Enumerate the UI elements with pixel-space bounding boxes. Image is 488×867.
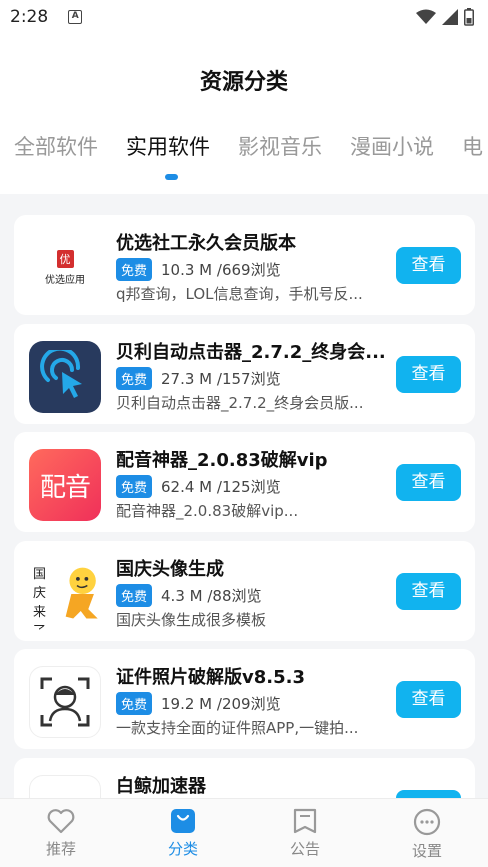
app-name: 国庆头像生成 — [116, 558, 224, 580]
free-badge: 免费 — [116, 583, 153, 607]
page-title: 资源分类 — [199, 70, 288, 95]
app-meta: 免费 62.4 M /125浏览 — [116, 475, 281, 498]
app-description: 一款支持全面的证件照APP,一键拍... — [116, 719, 359, 737]
app-icon-texts: 国庆 来了 — [33, 563, 58, 630]
app-description: 贝利自动点击器_2.7.2_终身会员版... — [116, 393, 364, 412]
tab-comics-novels[interactable]: 漫画小说 — [350, 131, 434, 161]
free-badge: 免费 — [116, 366, 153, 390]
tab-active-indicator — [165, 174, 178, 180]
nav-announcement[interactable]: 公告 — [244, 799, 366, 867]
app-icon-text-bottom: 来了 — [33, 604, 47, 630]
app-name: 贝利自动点击器_2.7.2_终身会... — [116, 341, 386, 363]
status-time: 2:28 — [10, 7, 49, 27]
app-icon-caption: 优选应用 — [45, 275, 85, 286]
app-meta: 免费 4.3 M /88浏览 — [116, 583, 262, 607]
nav-label: 公告 — [289, 840, 320, 858]
app-name: 配音神器_2.0.83破解vip — [116, 450, 328, 471]
app-icon-text-top: 国庆 — [33, 566, 47, 601]
app-icon-label: 配音 — [39, 472, 91, 503]
nav-label: 推荐 — [45, 840, 76, 858]
app-meta: 免费 19.2 M /209浏览 — [116, 692, 281, 715]
header: 资源分类 全部软件 实用软件 影视音乐 漫画小说 电 — [0, 34, 488, 194]
heart-icon — [47, 809, 75, 834]
shopping-bag-icon — [171, 809, 195, 833]
view-button[interactable]: 查看 — [396, 464, 461, 501]
notification-a-icon: A — [68, 10, 83, 24]
signal-icon — [442, 9, 458, 25]
app-description: 国庆头像生成很多模板 — [116, 610, 267, 629]
wifi-icon — [416, 9, 436, 24]
app-icon-dubbing: 配音 — [29, 449, 101, 521]
more-circle-icon — [413, 808, 441, 836]
tab-utility-software[interactable]: 实用软件 — [126, 131, 210, 161]
app-list: 优 优选应用 优选社工永久会员版本 免费 10.3 M /669浏览 q邦查询，… — [14, 215, 475, 866]
list-item[interactable]: 优 优选应用 优选社工永久会员版本 免费 10.3 M /669浏览 q邦查询，… — [14, 215, 475, 315]
app-size-views: 27.3 M /157浏览 — [161, 369, 281, 388]
category-tabs: 全部软件 实用软件 影视音乐 漫画小说 电 — [14, 131, 488, 161]
app-size-views: 19.2 M /209浏览 — [161, 695, 281, 713]
tab-partial[interactable]: 电 — [462, 131, 483, 161]
cursor-tap-icon — [40, 349, 82, 398]
app-icon-clicker — [29, 340, 101, 413]
app-size-views: 10.3 M /669浏览 — [161, 261, 281, 279]
battery-icon — [464, 8, 474, 26]
app-icon-national-day: 国庆 来了 — [29, 557, 101, 630]
list-item[interactable]: 配音 配音神器_2.0.83破解vip 免费 62.4 M /125浏览 配音神… — [14, 432, 475, 532]
tab-all-software[interactable]: 全部软件 — [14, 131, 98, 161]
nav-label: 设置 — [411, 842, 442, 860]
nav-settings[interactable]: 设置 — [366, 799, 488, 867]
status-bar: 2:28 A — [0, 0, 488, 34]
app-meta: 免费 10.3 M /669浏览 — [116, 258, 281, 281]
app-description: q邦查询，LOL信息查询，手机号反... — [116, 285, 363, 303]
nav-category[interactable]: 分类 — [122, 799, 244, 867]
status-icons — [416, 8, 474, 26]
list-item[interactable]: 贝利自动点击器_2.7.2_终身会... 免费 27.3 M /157浏览 贝利… — [14, 323, 475, 424]
nav-label: 分类 — [167, 840, 198, 858]
app-meta: 免费 27.3 M /157浏览 — [116, 366, 281, 390]
view-button[interactable]: 查看 — [396, 681, 461, 718]
view-button[interactable]: 查看 — [396, 355, 461, 393]
app-icon-logo-mark: 优 — [56, 250, 74, 268]
app-description: 配音神器_2.0.83破解vip... — [116, 502, 299, 520]
list-item[interactable]: 证件照片破解版v8.5.3 免费 19.2 M /209浏览 一款支持全面的证件… — [14, 649, 475, 749]
view-button[interactable]: 查看 — [396, 247, 461, 284]
bookmark-icon — [293, 808, 317, 834]
app-name: 白鲸加速器 — [116, 775, 206, 797]
app-size-views: 62.4 M /125浏览 — [161, 478, 281, 496]
view-button[interactable]: 查看 — [396, 572, 461, 610]
tab-video-music[interactable]: 影视音乐 — [238, 131, 322, 161]
emoji-mascot-icon — [65, 567, 98, 619]
bottom-nav: 推荐 分类 公告 设置 — [0, 798, 488, 867]
app-name: 证件照片破解版v8.5.3 — [116, 667, 305, 688]
app-icon-id-photo — [29, 666, 101, 738]
free-badge: 免费 — [116, 475, 153, 498]
app-icon-youxuan: 优 优选应用 — [29, 232, 101, 304]
list-item[interactable]: 国庆 来了 国庆头像生成 免费 4.3 M /88浏览 国庆头像生成很多模板 查… — [14, 540, 475, 641]
app-size-views: 4.3 M /88浏览 — [161, 586, 262, 605]
nav-recommend[interactable]: 推荐 — [0, 799, 122, 867]
app-name: 优选社工永久会员版本 — [116, 233, 296, 254]
free-badge: 免费 — [116, 258, 153, 281]
id-photo-icon — [40, 677, 90, 727]
free-badge: 免费 — [116, 692, 153, 715]
